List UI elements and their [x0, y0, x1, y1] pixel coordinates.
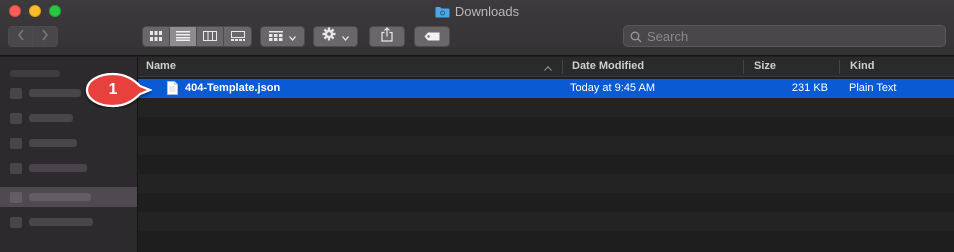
step-callout-badge: 1: [84, 72, 152, 108]
view-mode-control: [142, 26, 252, 47]
column-header-row: Name Date Modified Size Kind: [138, 57, 954, 77]
chevron-down-icon: [289, 28, 296, 46]
chevron-up-icon: [544, 62, 552, 74]
forward-button[interactable]: [33, 27, 57, 46]
sidebar-item-icon: [10, 191, 22, 203]
column-header-size[interactable]: Size: [754, 60, 776, 72]
columns-icon: [203, 28, 217, 46]
sidebar-item-label: [29, 164, 87, 172]
callout-number: 1: [108, 81, 118, 98]
column-header-kind[interactable]: Kind: [850, 60, 874, 72]
sidebar-item-label: [29, 193, 91, 201]
empty-row: [138, 117, 954, 136]
empty-row: [138, 174, 954, 193]
sidebar-item-icon: [10, 112, 22, 124]
gallery-icon: [230, 28, 245, 46]
share-icon: [381, 26, 393, 47]
list-icon: [176, 28, 190, 46]
grid-icon: [269, 28, 283, 46]
window-title-area: Downloads: [0, 4, 954, 21]
sidebar-heading: [10, 70, 60, 77]
group-by-button[interactable]: [260, 26, 305, 47]
sidebar-item-downloads[interactable]: [10, 190, 120, 204]
column-header-name[interactable]: Name: [146, 60, 176, 72]
file-size: 231 KB: [791, 82, 828, 94]
sidebar-item-label: [29, 139, 77, 147]
navigation-buttons: [8, 26, 58, 47]
sidebar-item-icon: [10, 162, 22, 174]
search-field[interactable]: Search: [623, 25, 946, 47]
file-date-modified: Today at 9:45 AM: [570, 82, 655, 94]
chevron-right-icon: [41, 28, 49, 46]
action-button[interactable]: [313, 26, 358, 47]
chevron-left-icon: [17, 28, 25, 46]
empty-row: [138, 98, 954, 117]
chevron-down-icon: [342, 28, 349, 46]
file-row[interactable]: 404-Template.json Today at 9:45 AM 231 K…: [138, 79, 954, 98]
tag-icon: [424, 28, 440, 46]
empty-row: [138, 212, 954, 231]
file-kind: Plain Text: [849, 82, 897, 94]
grid-icon: [150, 28, 162, 46]
sidebar-item[interactable]: [10, 215, 120, 229]
gallery-view-button[interactable]: [224, 27, 251, 46]
empty-row: [138, 231, 954, 250]
column-divider[interactable]: [743, 60, 744, 74]
sidebar-item[interactable]: [10, 111, 120, 125]
share-button[interactable]: [369, 26, 405, 47]
list-view-button[interactable]: [170, 27, 197, 46]
sidebar-item-icon: [10, 137, 22, 149]
sidebar-item[interactable]: [10, 161, 120, 175]
sidebar-item[interactable]: [10, 136, 120, 150]
sidebar-item-label: [29, 114, 73, 122]
sidebar-item-label: [29, 218, 93, 226]
window-titlebar: Downloads Search: [0, 0, 954, 56]
file-list: Name Date Modified Size Kind 404-Templat…: [137, 57, 954, 252]
folder-icon: [435, 6, 450, 21]
window-title: Downloads: [454, 4, 520, 19]
column-view-button[interactable]: [197, 27, 224, 46]
file-name: 404-Template.json: [185, 82, 281, 94]
sidebar-item-icon: [10, 216, 22, 228]
search-placeholder: Search: [647, 29, 689, 44]
search-icon: [630, 30, 642, 48]
empty-row: [138, 136, 954, 155]
empty-row: [138, 193, 954, 212]
gear-icon: [322, 27, 336, 46]
sidebar-item-icon: [10, 87, 22, 99]
column-divider[interactable]: [562, 60, 563, 74]
empty-row: [138, 155, 954, 174]
icon-view-button[interactable]: [143, 27, 170, 46]
column-header-date-modified[interactable]: Date Modified: [572, 60, 644, 72]
back-button[interactable]: [9, 27, 33, 46]
sidebar-item-label: [29, 89, 81, 97]
column-divider[interactable]: [839, 60, 840, 74]
tags-button[interactable]: [414, 26, 450, 47]
